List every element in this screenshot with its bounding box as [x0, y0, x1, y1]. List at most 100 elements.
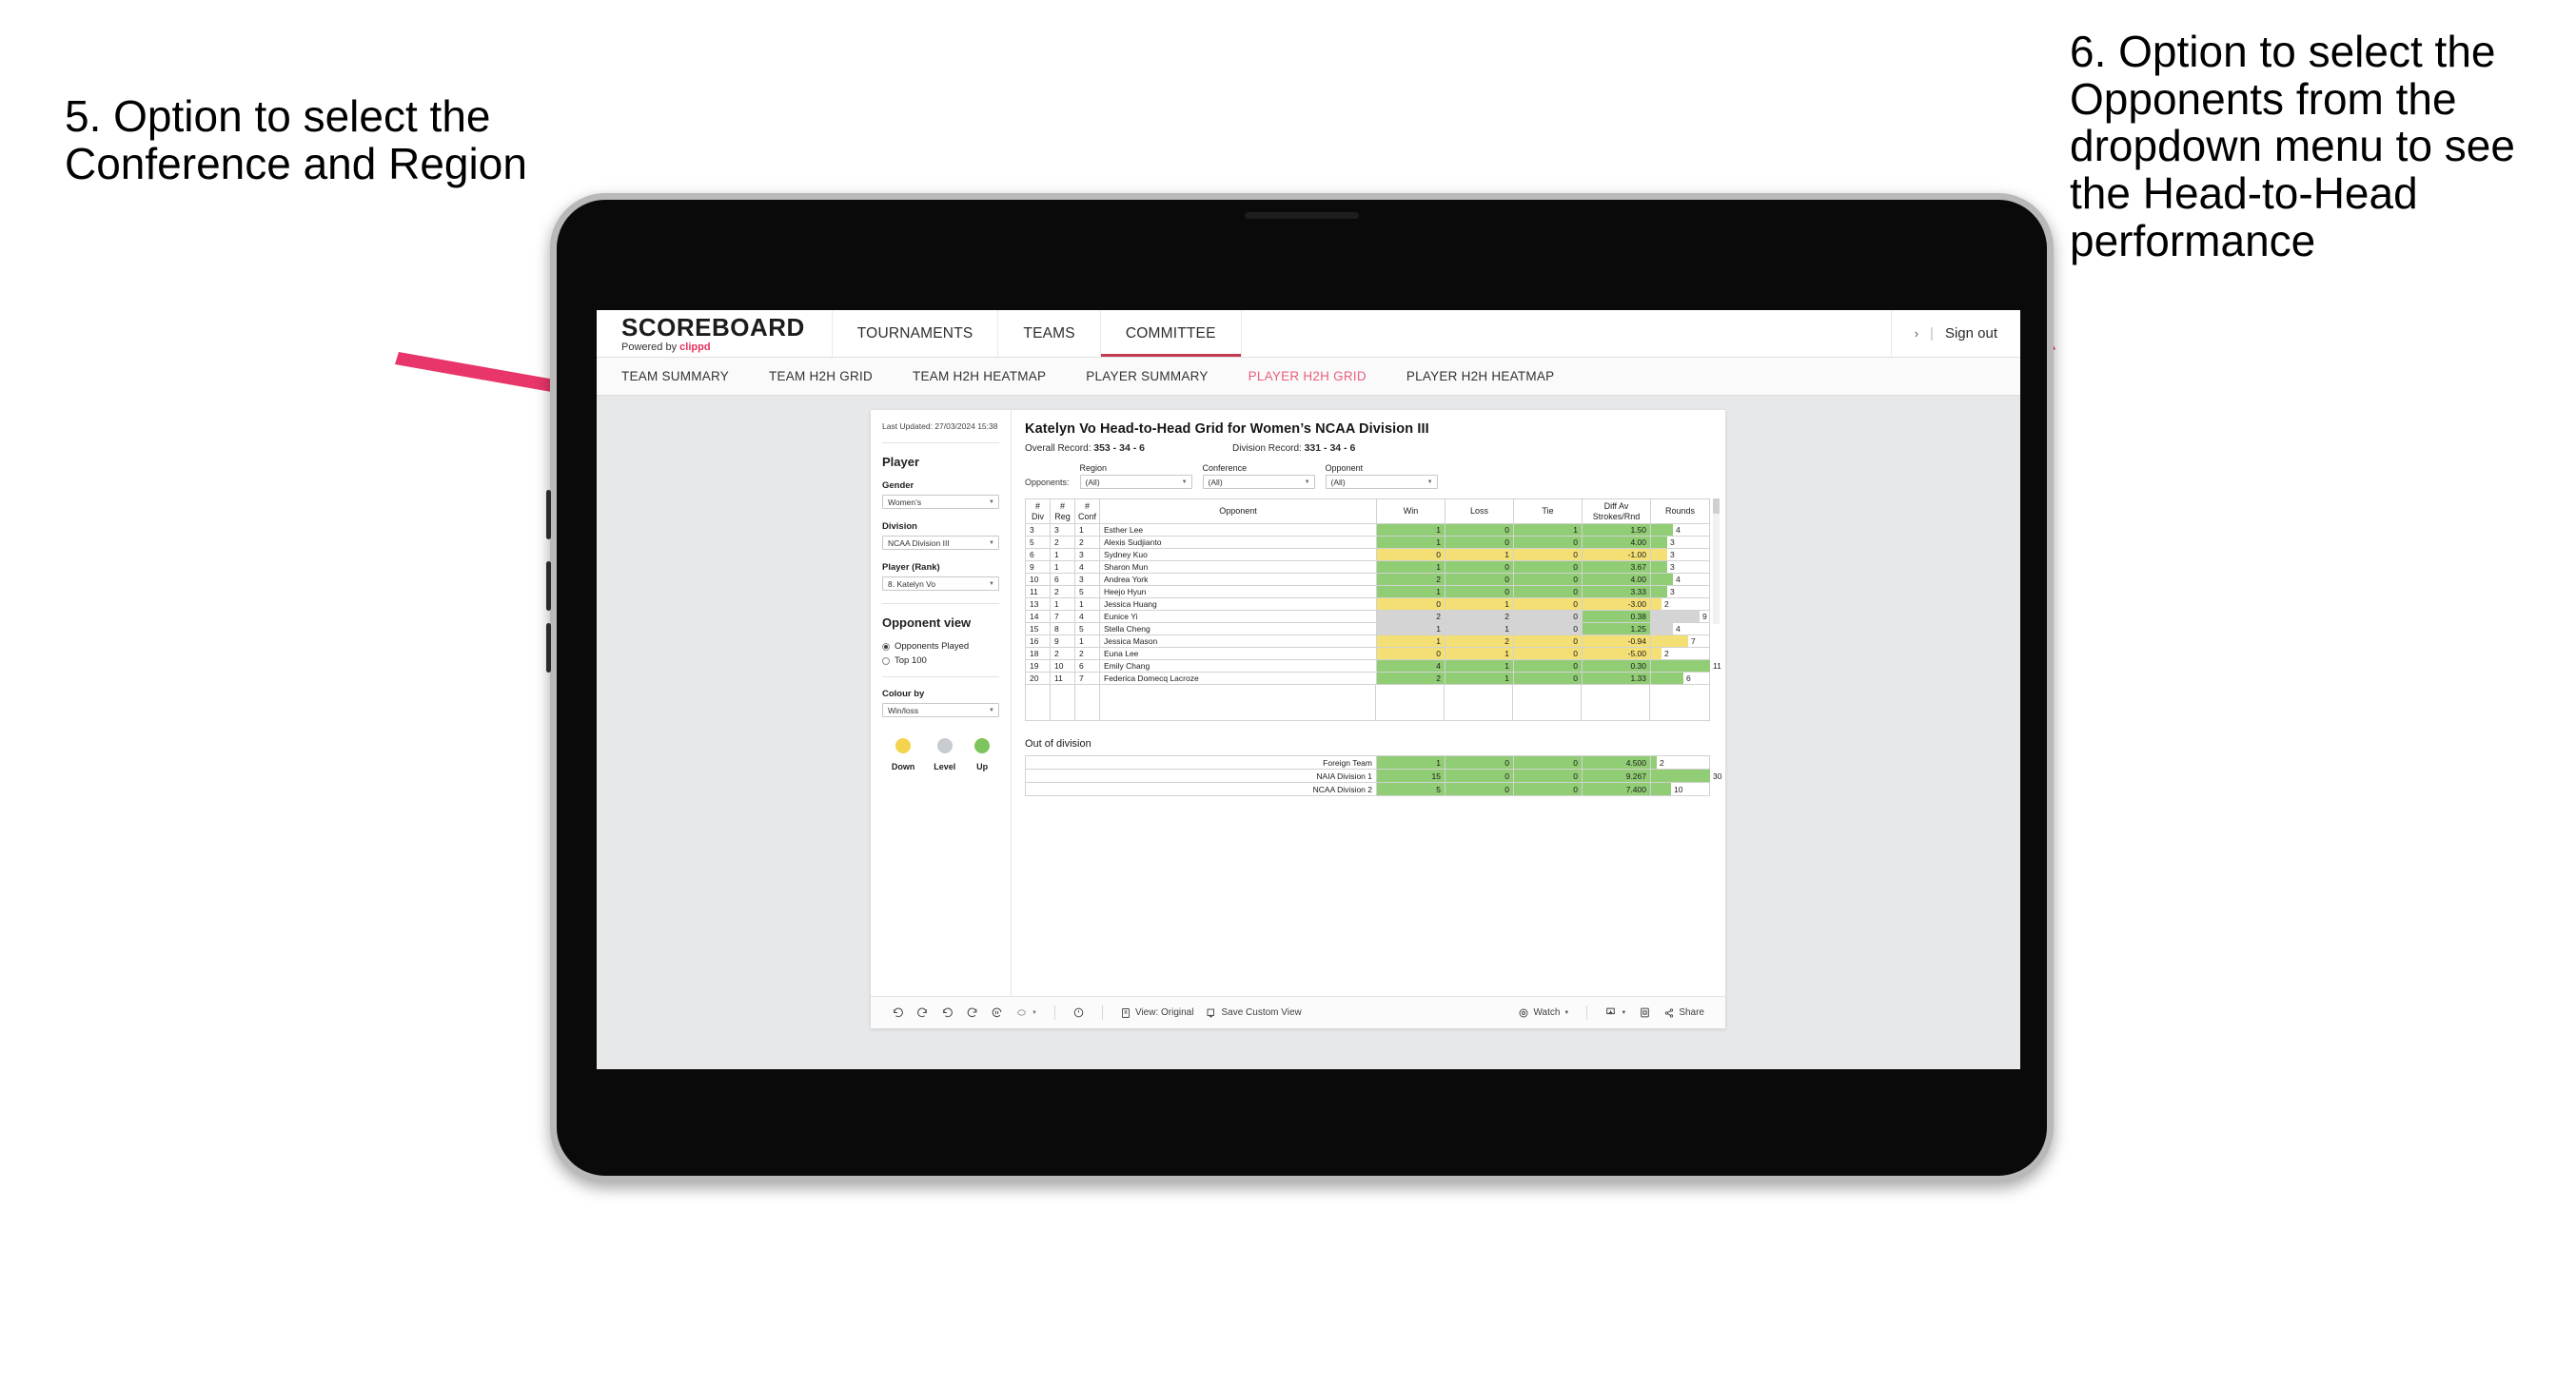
out-of-division-row[interactable]: NAIA Division 1 15 0 0 9.267 30 — [1025, 769, 1721, 783]
chevron-down-icon: ▼ — [989, 539, 994, 546]
col-opponent[interactable]: Opponent — [1099, 498, 1377, 524]
record-summary: Overall Record: 353 - 34 - 6 Division Re… — [1025, 442, 1710, 454]
division-record: Division Record: 331 - 34 - 6 — [1232, 442, 1440, 454]
radio-opponents-played[interactable]: Opponents Played — [882, 641, 999, 652]
volume-up-button[interactable] — [546, 490, 551, 539]
cell-rounds: 30 — [1650, 769, 1721, 783]
reset-icon[interactable] — [1072, 1006, 1085, 1019]
cell-rounds: 10 — [1650, 782, 1710, 796]
table-header-row: # Div # Reg # Conf Opponent Win Loss Tie Di… — [1025, 498, 1710, 524]
volume-down-button[interactable] — [546, 561, 551, 611]
tab-player-h2h-heatmap[interactable]: PLAYER H2H HEATMAP — [1406, 369, 1555, 383]
nav-item-teams[interactable]: TEAMS — [998, 310, 1101, 357]
table-row[interactable]: 11 2 5 Heejo Hyun 1 0 0 3.33 3 — [1025, 585, 1710, 598]
col-win[interactable]: Win — [1376, 498, 1445, 524]
col-loss[interactable]: Loss — [1445, 498, 1514, 524]
table-row[interactable]: 20 11 7 Federica Domecq Lacroze 2 1 0 1.33 6 — [1025, 672, 1710, 685]
rounds-value: 2 — [1664, 649, 1669, 658]
brand-logo[interactable]: SCOREBOARD Powered by clippd — [597, 310, 833, 357]
table-row[interactable]: 15 8 5 Stella Cheng 1 1 0 1.25 4 — [1025, 622, 1710, 635]
gender-select[interactable]: Women’s ▼ — [882, 495, 999, 510]
view-original-button[interactable]: View: Original — [1120, 1007, 1193, 1019]
player-rank-select[interactable]: 8. Katelyn Vo ▼ — [882, 576, 999, 592]
table-row[interactable]: 14 7 4 Eunice Yi 2 2 0 0.38 9 — [1025, 610, 1710, 623]
tab-team-h2h-heatmap[interactable]: TEAM H2H HEATMAP — [913, 369, 1046, 383]
col-rounds[interactable]: Rounds — [1650, 498, 1710, 524]
cell-win: 1 — [1376, 523, 1445, 537]
opponent-value: (All) — [1330, 477, 1346, 487]
sub-navigation-bar: TEAM SUMMARY TEAM H2H GRID TEAM H2H HEAT… — [597, 358, 2020, 396]
share-button[interactable]: Share — [1663, 1007, 1704, 1019]
cell-opponent: Esther Lee — [1099, 523, 1377, 537]
cell-reg: 2 — [1050, 585, 1075, 598]
table-row[interactable]: 16 9 1 Jessica Mason 1 2 0 -0.94 7 — [1025, 634, 1710, 648]
table-scrollbar[interactable] — [1713, 498, 1720, 624]
radio-top-100[interactable]: Top 100 — [882, 655, 999, 666]
table-row[interactable]: 9 1 4 Sharon Mun 1 0 0 3.67 3 — [1025, 560, 1710, 574]
power-button[interactable] — [546, 623, 551, 673]
undo-icon[interactable] — [892, 1006, 904, 1019]
table-row[interactable]: 13 1 1 Jessica Huang 0 1 0 -3.00 2 — [1025, 597, 1710, 611]
scrollbar-thumb[interactable] — [1713, 498, 1720, 514]
out-of-division-row[interactable]: Foreign Team 1 0 0 4.500 2 — [1025, 755, 1710, 770]
pause-icon[interactable] — [991, 1006, 1003, 1019]
table-row[interactable]: 10 6 3 Andrea York 2 0 0 4.00 4 — [1025, 573, 1710, 586]
opponent-select[interactable]: (All) ▼ — [1325, 475, 1438, 489]
front-camera-icon — [1245, 212, 1359, 219]
col-tie[interactable]: Tie — [1513, 498, 1583, 524]
nav-item-tournaments[interactable]: TOURNAMENTS — [833, 310, 999, 357]
division-select[interactable]: NCAA Division III ▼ — [882, 536, 999, 551]
table-row[interactable]: 6 1 3 Sydney Kuo 0 1 0 -1.00 3 — [1025, 548, 1710, 561]
cell-group-name: Foreign Team — [1025, 755, 1377, 770]
cell-conf: 2 — [1074, 536, 1100, 549]
refresh-icon[interactable] — [966, 1006, 978, 1019]
table-row[interactable]: 3 3 1 Esther Lee 1 0 1 1.50 4 — [1025, 523, 1710, 537]
chevron-down-icon: ▼ — [989, 580, 994, 587]
region-value: (All) — [1085, 477, 1100, 487]
nav-item-committee[interactable]: COMMITTEE — [1100, 310, 1242, 357]
col-diff[interactable]: Diff Av Strokes/Rnd — [1582, 498, 1651, 524]
cell-diff: 1.33 — [1582, 672, 1651, 685]
cell-loss: 0 — [1445, 769, 1514, 783]
out-of-division-row[interactable]: NCAA Division 2 5 0 0 7.400 10 — [1025, 782, 1710, 796]
cell-div: 20 — [1025, 672, 1051, 685]
cell-loss: 0 — [1445, 782, 1514, 796]
revert-icon[interactable] — [941, 1006, 954, 1019]
sign-out-link[interactable]: Sign out — [1945, 325, 1997, 342]
region-select[interactable]: (All) ▼ — [1079, 475, 1192, 489]
col-reg[interactable]: # Reg — [1050, 498, 1075, 524]
account-area[interactable]: › | Sign out — [1892, 310, 2020, 357]
tablet-device-frame: SCOREBOARD Powered by clippd TOURNAMENTS… — [546, 193, 2054, 1182]
watch-button[interactable]: Watch ▼ — [1518, 1007, 1569, 1019]
chevron-down-icon: ▼ — [1426, 478, 1433, 485]
download-button[interactable]: ▼ — [1604, 1006, 1626, 1019]
rounds-bar — [1651, 537, 1667, 548]
conference-select[interactable]: (All) ▼ — [1202, 475, 1315, 489]
radio-opponents-played-label: Opponents Played — [895, 641, 970, 653]
gender-value: Women’s — [888, 497, 922, 507]
fullscreen-button[interactable] — [1639, 1006, 1651, 1019]
col-div[interactable]: # Div — [1025, 498, 1051, 524]
pan-dropdown-icon[interactable]: ▼ — [1015, 1006, 1037, 1019]
cell-diff: -5.00 — [1582, 647, 1651, 660]
tab-player-summary[interactable]: PLAYER SUMMARY — [1086, 369, 1208, 383]
tab-player-h2h-grid[interactable]: PLAYER H2H GRID — [1249, 369, 1367, 383]
player-rank-value: 8. Katelyn Vo — [888, 578, 936, 589]
opponent-filter: Opponent (All) ▼ — [1325, 463, 1438, 489]
rounds-value: 4 — [1676, 624, 1681, 634]
table-row[interactable]: 5 2 2 Alexis Sudjianto 1 0 0 4.00 3 — [1025, 536, 1710, 549]
colour-by-select[interactable]: Win/loss ▼ — [882, 703, 999, 718]
cell-tie: 0 — [1513, 647, 1583, 660]
redo-icon[interactable] — [916, 1006, 929, 1019]
cell-div: 3 — [1025, 523, 1051, 537]
tab-team-summary[interactable]: TEAM SUMMARY — [621, 369, 729, 383]
save-custom-view-button[interactable]: Save Custom View — [1206, 1007, 1302, 1019]
tab-team-h2h-grid[interactable]: TEAM H2H GRID — [769, 369, 873, 383]
table-row[interactable]: 19 10 6 Emily Chang 4 1 0 0.30 11 — [1025, 659, 1721, 673]
table-row[interactable]: 18 2 2 Euna Lee 0 1 0 -5.00 2 — [1025, 647, 1710, 660]
cell-tie: 0 — [1513, 634, 1583, 648]
division-record-value: 331 - 34 - 6 — [1304, 442, 1356, 454]
cell-win: 1 — [1376, 585, 1445, 598]
col-conf[interactable]: # Conf — [1074, 498, 1100, 524]
player-section-title: Player — [882, 455, 920, 470]
